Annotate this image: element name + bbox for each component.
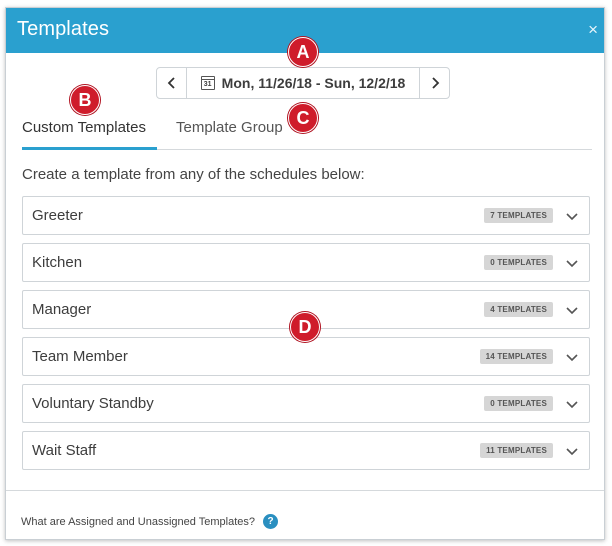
help-link-text[interactable]: What are Assigned and Unassigned Templat… (21, 516, 255, 528)
tab-template-group[interactable]: Template Group (176, 118, 283, 150)
template-count-badge: 11 TEMPLATES (480, 443, 553, 458)
date-range-label: Mon, 11/26/18 - Sun, 12/2/18 (221, 75, 406, 91)
template-count-badge: 4 TEMPLATES (484, 302, 553, 317)
date-range-picker[interactable]: 31 Mon, 11/26/18 - Sun, 12/2/18 (187, 68, 419, 98)
schedule-name: Manager (32, 301, 92, 318)
templates-modal: Templates × 31 Mon, 11/26/18 - Sun, 12/2… (5, 7, 605, 540)
schedule-name: Greeter (32, 207, 83, 224)
schedule-name: Team Member (32, 348, 128, 365)
annotation-marker-d: D (290, 312, 320, 342)
schedule-name: Kitchen (32, 254, 83, 271)
schedule-name: Voluntary Standby (32, 395, 154, 412)
chevron-left-icon (167, 77, 175, 89)
schedule-row-wait-staff[interactable]: Wait Staff 11 TEMPLATES (22, 431, 590, 470)
next-week-button[interactable] (419, 68, 449, 98)
tab-custom-templates[interactable]: Custom Templates (22, 118, 157, 150)
date-range-navigator: 31 Mon, 11/26/18 - Sun, 12/2/18 (156, 67, 450, 99)
chevron-down-icon[interactable] (564, 396, 580, 412)
annotation-marker-c: C (288, 103, 318, 133)
schedule-row-voluntary-standby[interactable]: Voluntary Standby 0 TEMPLATES (22, 384, 590, 423)
footer-divider (6, 490, 604, 491)
schedule-row-kitchen[interactable]: Kitchen 0 TEMPLATES (22, 243, 590, 282)
calendar-icon: 31 (200, 76, 215, 90)
chevron-down-icon[interactable] (564, 349, 580, 365)
chevron-down-icon[interactable] (564, 302, 580, 318)
modal-title: Templates (17, 18, 110, 40)
chevron-down-icon[interactable] (564, 208, 580, 224)
template-count-badge: 7 TEMPLATES (484, 208, 553, 223)
footer-help: What are Assigned and Unassigned Templat… (21, 514, 278, 529)
template-count-badge: 0 TEMPLATES (484, 255, 553, 270)
annotation-marker-a: A (288, 37, 318, 67)
previous-week-button[interactable] (157, 68, 187, 98)
template-count-badge: 14 TEMPLATES (479, 349, 553, 364)
chevron-right-icon (431, 77, 439, 89)
schedule-row-team-member[interactable]: Team Member 14 TEMPLATES (22, 337, 590, 376)
chevron-down-icon[interactable] (564, 443, 580, 459)
schedule-name: Wait Staff (32, 442, 97, 459)
template-count-badge: 0 TEMPLATES (484, 396, 553, 411)
chevron-down-icon[interactable] (564, 255, 580, 271)
annotation-marker-b: B (70, 85, 100, 115)
close-icon[interactable]: × (588, 20, 598, 40)
instructions-text: Create a template from any of the schedu… (22, 166, 365, 183)
help-icon[interactable]: ? (263, 514, 278, 529)
schedule-row-greeter[interactable]: Greeter 7 TEMPLATES (22, 196, 590, 235)
